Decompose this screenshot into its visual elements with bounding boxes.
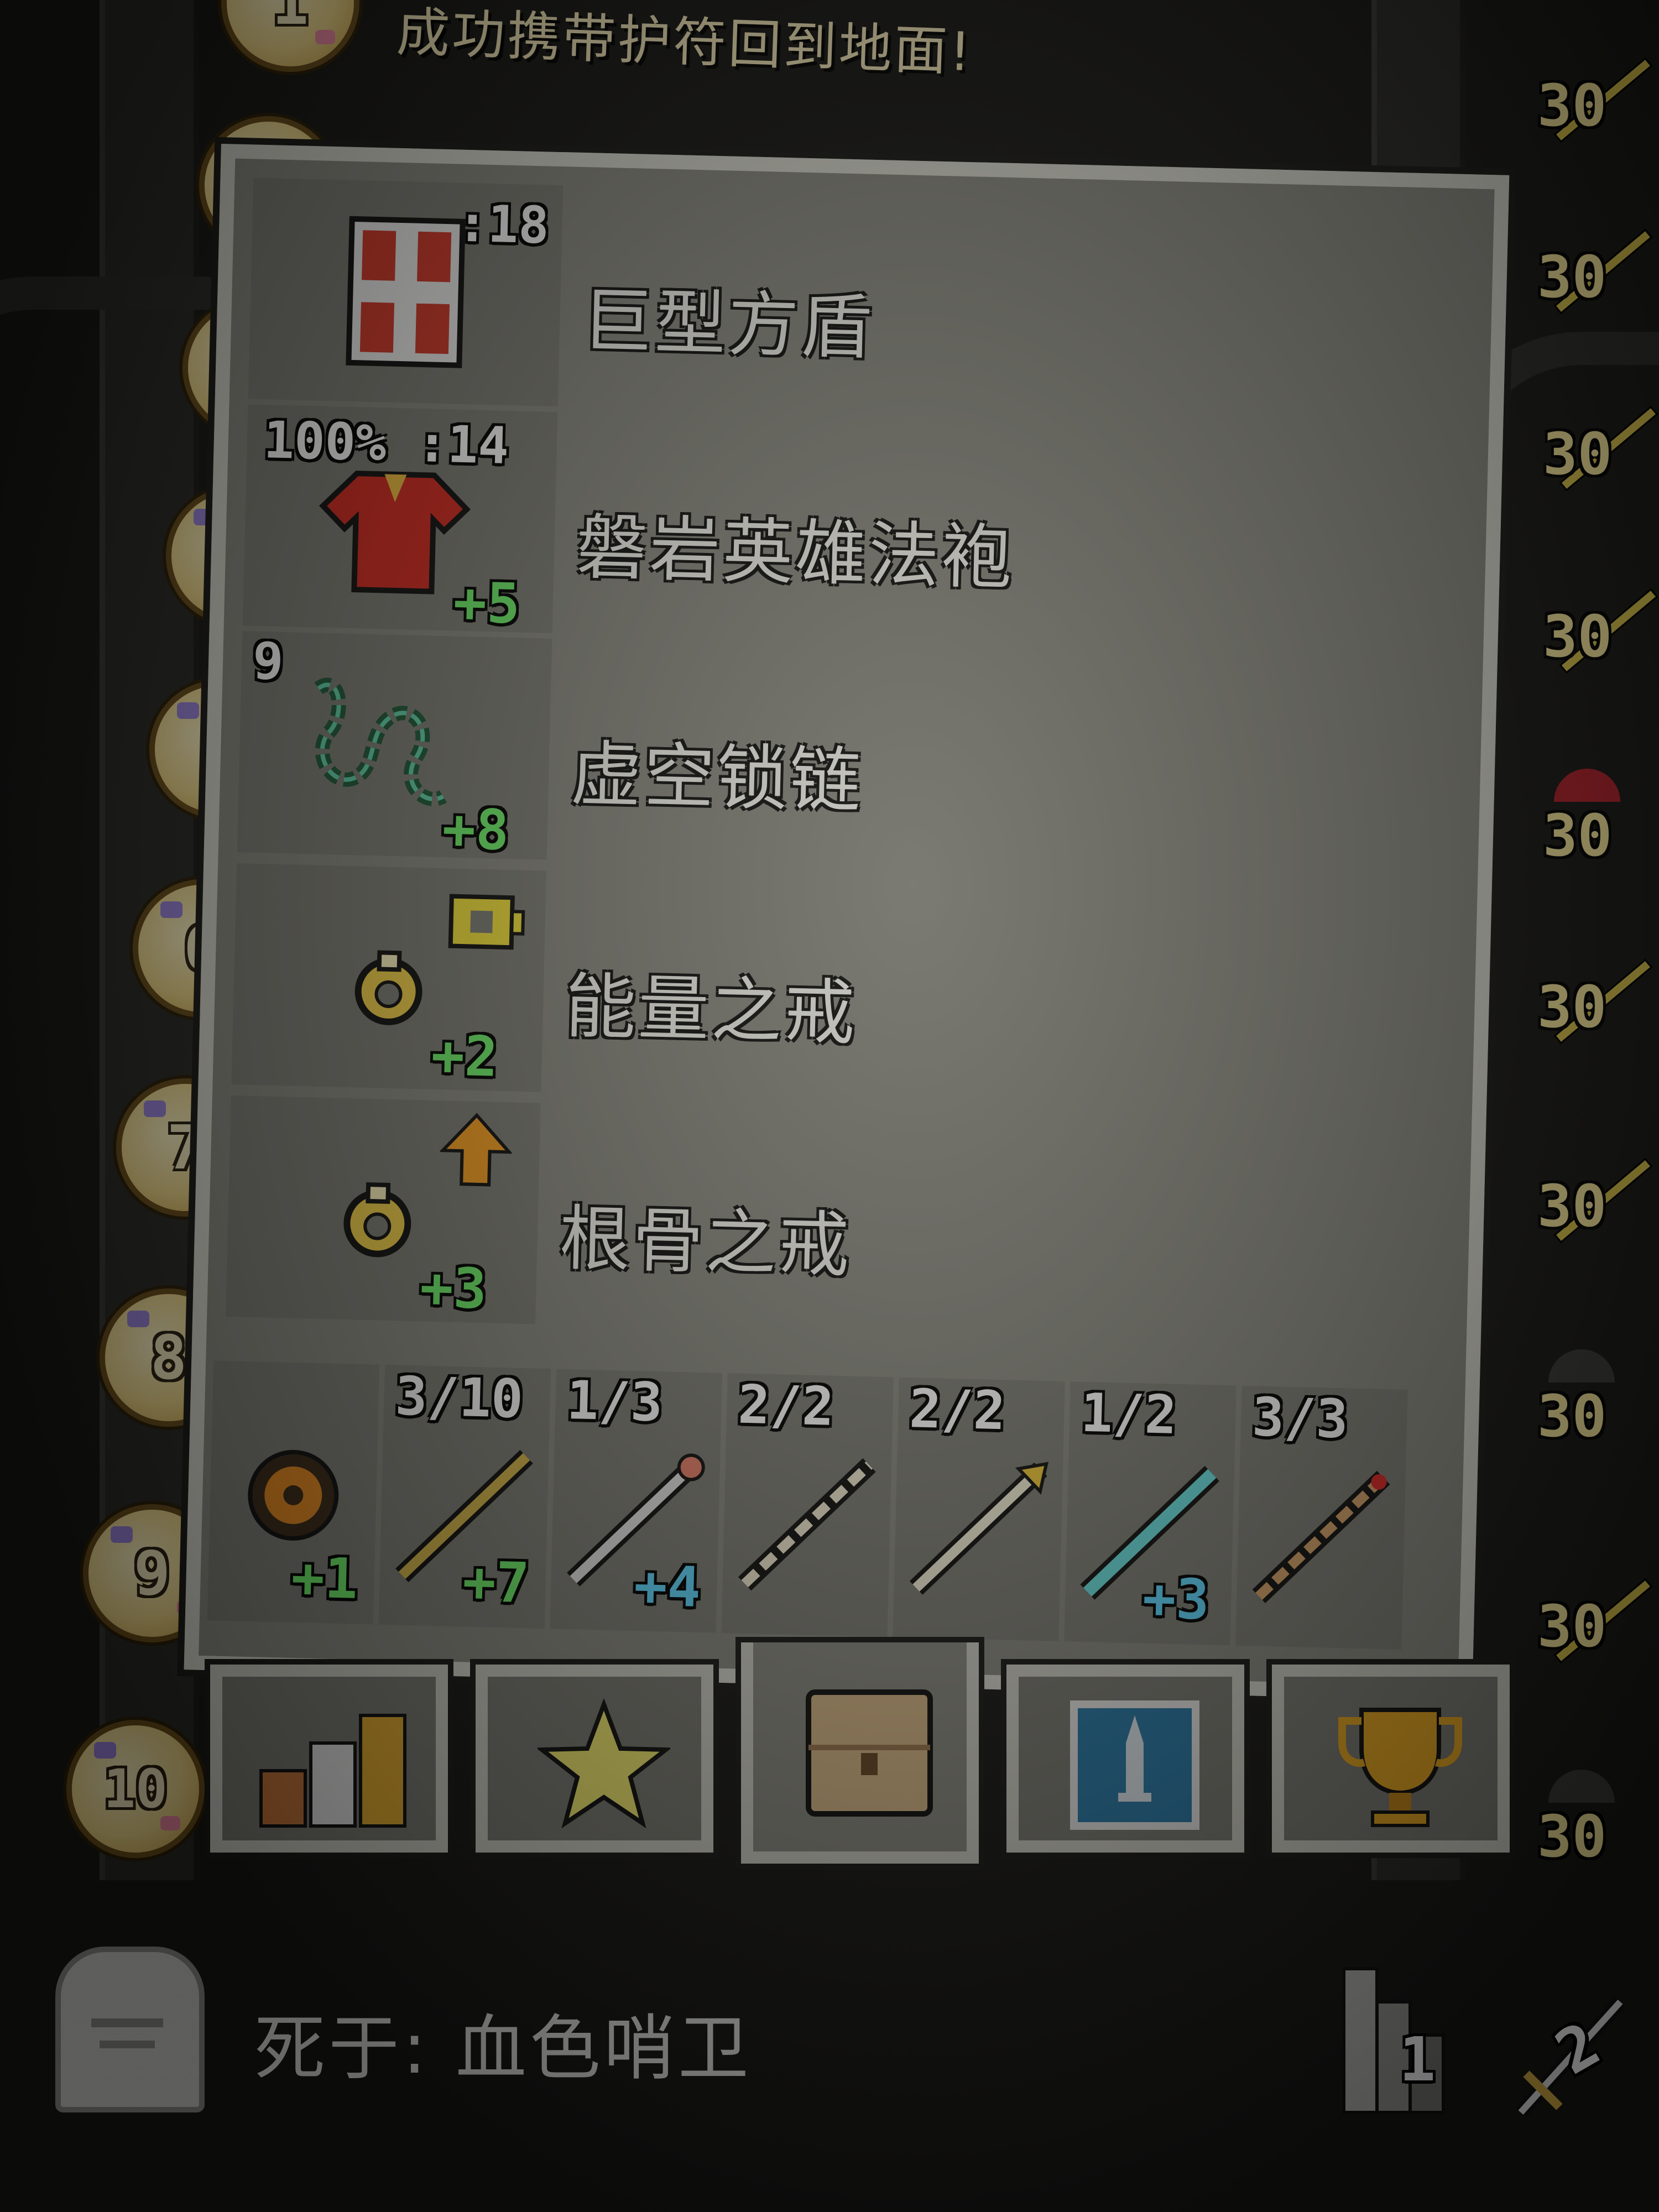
tab-rankings[interactable]	[1272, 1665, 1510, 1853]
equip-slot-misc[interactable]: 9 +8 虚空锁链	[237, 631, 1464, 893]
item-name: 巨型方盾	[581, 280, 875, 369]
slot-bonus: +7	[462, 1549, 530, 1616]
header-message: 成功携带护符回到地面!	[395, 1, 974, 84]
item-bonus: +3	[419, 1255, 488, 1322]
equip-slot-ring-1[interactable]: +2 能量之戒	[231, 863, 1459, 1125]
wand-charges: 2/2	[909, 1378, 1006, 1442]
item-durability: :18	[456, 194, 550, 255]
wand-charges: 3/3	[1251, 1386, 1349, 1451]
item-name: 虚空锁链	[570, 733, 864, 823]
tombstone-icon	[55, 1947, 205, 2112]
item-quantity: 9	[252, 631, 284, 692]
tab-stats[interactable]	[210, 1665, 448, 1853]
slot-bonus: +3	[1141, 1566, 1211, 1632]
slot-bonus: +4	[633, 1553, 702, 1620]
item-cell	[226, 1095, 541, 1324]
artifact-icon	[248, 1449, 339, 1541]
depth-indicator: 1	[1338, 1958, 1460, 2124]
helm-icon	[1548, 1770, 1615, 1803]
journal-icon	[1070, 1700, 1199, 1830]
trophy-icon	[1338, 1708, 1462, 1827]
depth-value: 1	[1399, 2024, 1436, 2095]
level-score-badge: 30	[1526, 958, 1653, 1045]
wand-charges: 1/3	[566, 1369, 664, 1434]
quick-slot-wand[interactable]: 1/2 +3	[1064, 1381, 1241, 1646]
wand-gold-staff-icon	[909, 1462, 1049, 1595]
kills-indicator: 2	[1510, 1991, 1631, 2124]
item-name: 根骨之戒	[558, 1197, 853, 1287]
level-score-badge: 30	[1526, 1577, 1653, 1665]
quick-slot-wand[interactable]: 2/2	[721, 1373, 898, 1637]
item-name: 磐岩英雄法袍	[575, 506, 1015, 600]
tab-inventory[interactable]	[741, 1642, 979, 1864]
equip-slot-shield[interactable]: :18 巨型方盾	[248, 178, 1475, 440]
level-score-badge: 30	[1532, 769, 1642, 874]
star-icon	[538, 1699, 670, 1829]
level-score-badge: 30	[1526, 56, 1653, 144]
level-score-badge: 30	[1526, 1349, 1637, 1454]
wand-charges: 1/2	[1080, 1381, 1178, 1446]
arrow-up-icon	[439, 1113, 513, 1187]
item-bonus: +2	[430, 1022, 499, 1089]
level-medal[interactable]: 10	[66, 1720, 205, 1858]
stats-icon	[259, 1714, 406, 1828]
shield-icon	[346, 216, 466, 368]
level-score-badge: 30	[1526, 228, 1653, 315]
wand-charges: 3/10	[394, 1365, 524, 1430]
tab-journal[interactable]	[1006, 1665, 1244, 1853]
level-medal[interactable]: 1	[221, 0, 359, 72]
backpack-icon	[806, 1689, 933, 1817]
equip-slot-ring-2[interactable]: +3 根骨之戒	[226, 1095, 1453, 1358]
chains-icon	[314, 677, 447, 806]
tab-bar	[210, 1642, 1526, 1875]
quick-slot-wand[interactable]: 3/10 +7	[378, 1364, 556, 1629]
item-bonus: +8	[441, 796, 510, 863]
inventory-panel: :18 巨型方盾 100% :14 +5 磐岩英雄法袍 9 +8 虚空锁链 +2…	[184, 144, 1510, 1702]
item-bonus: +5	[452, 570, 521, 637]
quick-slot-row: +1 3/10 +7 1/3 +4 2/2 2/2 1/2 +3 3/3	[207, 1360, 1458, 1656]
battery-icon	[448, 894, 525, 950]
level-score-badge: 30	[1532, 587, 1659, 675]
quick-slot-wand[interactable]: 2/2	[893, 1377, 1070, 1642]
wand-charges: 2/2	[737, 1373, 835, 1438]
item-name: 能量之戒	[564, 965, 858, 1055]
level-score-badge: 30	[1526, 1157, 1653, 1244]
level-score-badge: 30	[1532, 405, 1659, 492]
quick-slot-wand[interactable]: 3/3	[1235, 1385, 1412, 1650]
quick-slot-artifact[interactable]: +1	[207, 1360, 384, 1625]
ring-icon	[343, 1182, 411, 1258]
tab-talents[interactable]	[476, 1665, 713, 1853]
item-status: 100% :14	[263, 410, 510, 476]
slot-bonus: +1	[290, 1545, 359, 1611]
wand-bone-icon	[738, 1458, 876, 1591]
item-cell	[231, 863, 547, 1092]
wand-wood-icon	[1252, 1470, 1390, 1603]
level-score-badge: 30	[1526, 1770, 1637, 1875]
ring-icon	[354, 950, 422, 1025]
equip-slot-armor[interactable]: 100% :14 +5 磐岩英雄法袍	[242, 404, 1470, 666]
death-cause: 死于: 血色哨卫	[254, 2007, 752, 2090]
quick-slot-wand[interactable]: 1/3 +4	[550, 1369, 727, 1633]
helm-icon	[1548, 1349, 1615, 1383]
robe-icon	[319, 471, 471, 594]
